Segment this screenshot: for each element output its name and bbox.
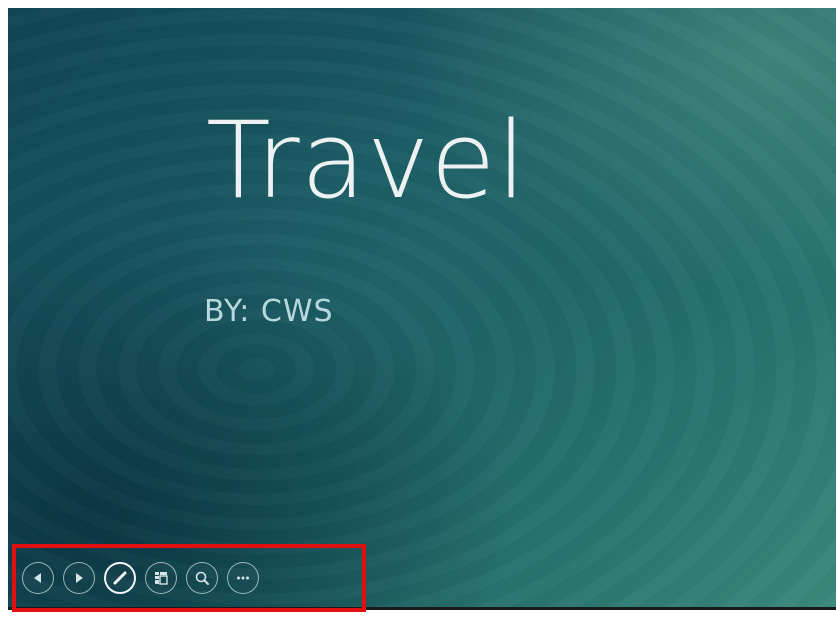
next-slide-button[interactable] (63, 562, 95, 594)
slideshow-screen: Travel BY: CWS (0, 0, 836, 621)
see-all-slides-button[interactable] (145, 562, 177, 594)
slide-title: Travel (206, 99, 528, 222)
slideshow-toolbar-highlight (12, 544, 366, 612)
slides-grid-icon (155, 572, 168, 585)
slideshow-toolbar (22, 562, 259, 594)
slide-subtitle: BY: CWS (204, 294, 334, 329)
arrow-right-icon (76, 573, 83, 583)
ellipsis-icon (237, 576, 249, 580)
zoom-button[interactable] (186, 562, 218, 594)
magnifier-icon (195, 571, 209, 585)
previous-slide-button[interactable] (22, 562, 54, 594)
pen-icon (113, 571, 127, 585)
more-options-button[interactable] (227, 562, 259, 594)
arrow-left-icon (34, 573, 41, 583)
slide-canvas[interactable]: Travel BY: CWS (8, 8, 836, 610)
pen-tool-button[interactable] (104, 562, 136, 594)
